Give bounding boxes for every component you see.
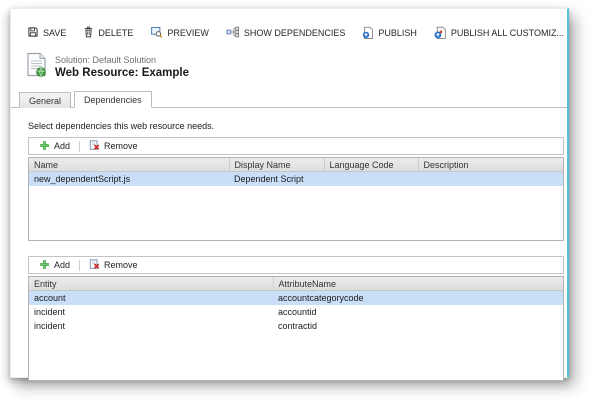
publish-all-icon: [434, 26, 447, 41]
remove-attribute-button[interactable]: Remove: [85, 258, 142, 272]
dependency-grid-toolbar: Add Remove: [28, 137, 564, 155]
grid-cell: account: [29, 290, 273, 305]
dependency-grid: Name Display Name Language Code Description…: [28, 157, 564, 241]
delete-icon: [83, 26, 94, 40]
dependencies-panel: Select dependencies this web resource ne…: [11, 108, 567, 381]
attribute-grid-toolbar: Add Remove: [28, 256, 564, 274]
grid-cell: [418, 171, 563, 186]
delete-label: DELETE: [98, 28, 134, 38]
publish-icon: [362, 26, 374, 41]
page-title: Web Resource: Example: [55, 66, 190, 79]
show-dependencies-label: SHOW DEPENDENCIES: [243, 28, 346, 38]
preview-label: PREVIEW: [167, 28, 209, 38]
column-header[interactable]: Display Name: [229, 158, 325, 172]
grid-cell: incident: [34, 321, 66, 331]
preview-icon: [150, 26, 163, 40]
publish-label: PUBLISH: [378, 28, 417, 38]
toolbar-separator: [79, 140, 81, 152]
column-header[interactable]: Entity: [29, 277, 274, 291]
add-icon: [39, 140, 50, 153]
web-resource-icon: [26, 52, 47, 82]
remove-label: Remove: [104, 141, 138, 151]
column-header[interactable]: AttributeName: [273, 277, 563, 291]
remove-icon: [89, 139, 100, 153]
tab-general[interactable]: General: [19, 92, 72, 108]
table-row[interactable]: new_dependentScript.js Dependent Script: [29, 171, 563, 186]
show-dependencies-icon: [226, 26, 240, 40]
grid-cell: new_dependentScript.js: [29, 171, 229, 186]
grid-gap: [28, 241, 564, 256]
instruction-text: Select dependencies this web resource ne…: [28, 121, 215, 131]
preview-button[interactable]: PREVIEW: [150, 26, 209, 40]
grid-cell: accountid: [278, 307, 317, 317]
save-icon: [27, 26, 39, 40]
remove-icon: [89, 258, 100, 272]
add-icon: [39, 259, 50, 272]
web-resource-dialog: SAVE DELETE PREVIEW SHOW DEPENDENCIES PU…: [10, 8, 569, 381]
column-header[interactable]: Description: [418, 158, 563, 172]
grid-cell: accountcategorycode: [273, 290, 563, 305]
grid-cell: contractid: [278, 321, 318, 331]
show-dependencies-button[interactable]: SHOW DEPENDENCIES: [226, 26, 346, 40]
grid-cell: incident: [34, 307, 66, 317]
publish-button[interactable]: PUBLISH: [362, 26, 417, 41]
command-bar: SAVE DELETE PREVIEW SHOW DEPENDENCIES PU…: [11, 9, 567, 44]
delete-button[interactable]: DELETE: [83, 26, 133, 40]
publish-all-label: PUBLISH ALL CUSTOMIZ...: [450, 28, 564, 38]
remove-label: Remove: [104, 260, 138, 270]
table-row[interactable]: account accountcategorycode: [29, 290, 563, 305]
tab-dependencies[interactable]: Dependencies: [74, 91, 152, 108]
solution-label: Solution: Default Solution: [55, 54, 157, 65]
tab-strip: General Dependencies: [11, 89, 567, 108]
toolbar-separator: [79, 259, 81, 271]
attribute-grid: Entity AttributeName account accountcategor…: [28, 276, 564, 381]
add-attribute-button[interactable]: Add: [35, 259, 74, 272]
grid-cell: Dependent Script: [229, 171, 324, 186]
remove-dependency-button[interactable]: Remove: [85, 139, 142, 153]
title-bar: Solution: Default Solution Web Resource:…: [11, 44, 567, 82]
table-row[interactable]: incident accountid: [29, 305, 563, 319]
column-header[interactable]: Name: [29, 158, 230, 172]
save-label: SAVE: [43, 28, 67, 38]
save-button[interactable]: SAVE: [27, 26, 66, 40]
add-label: Add: [54, 260, 71, 270]
grid-cell: [324, 171, 418, 186]
publish-all-button[interactable]: PUBLISH ALL CUSTOMIZ...: [434, 26, 564, 41]
add-label: Add: [54, 141, 71, 151]
column-header[interactable]: Language Code: [324, 158, 419, 172]
table-row[interactable]: incident contractid: [29, 319, 563, 333]
add-dependency-button[interactable]: Add: [35, 140, 74, 153]
